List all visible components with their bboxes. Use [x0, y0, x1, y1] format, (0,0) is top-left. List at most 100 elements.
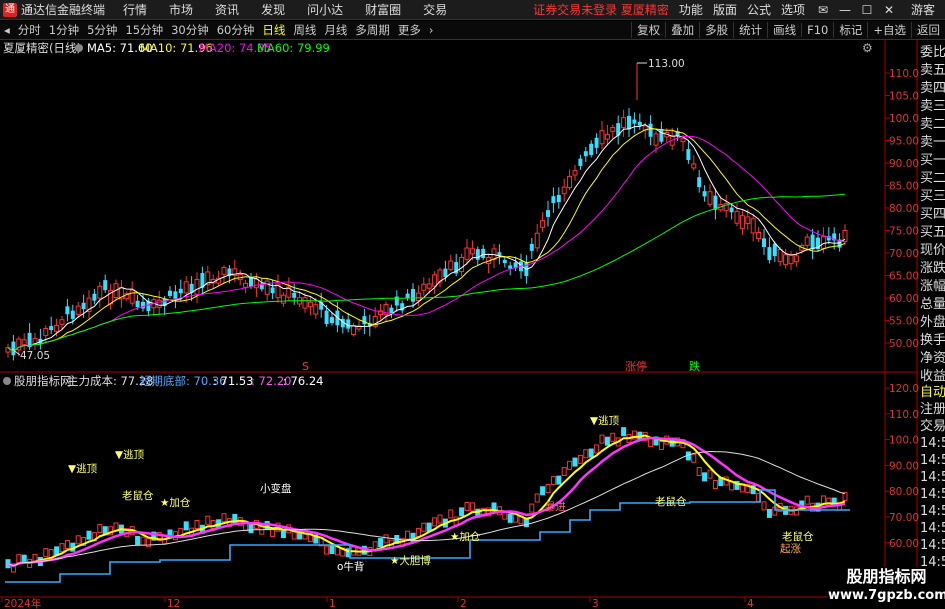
candle-body: [415, 292, 421, 302]
candle-body: [302, 297, 308, 309]
toolbar-button[interactable]: F10: [801, 23, 833, 37]
tick-time: 14:56: [920, 470, 945, 485]
guest-label[interactable]: 游客: [911, 1, 935, 18]
menu-discover[interactable]: 发现: [261, 1, 285, 18]
signal-label: 老鼠仓: [655, 495, 687, 508]
period-tab[interactable]: 15分钟: [121, 22, 167, 38]
minimize-icon[interactable]: —: [837, 3, 853, 17]
toolbar-button[interactable]: 返回: [911, 22, 945, 38]
sub-candle: [205, 515, 211, 525]
sidebar-action[interactable]: 交易: [920, 418, 945, 435]
sub-candle: [658, 440, 664, 450]
sub-candle: [378, 538, 384, 548]
sub-candle: [426, 522, 432, 532]
toolbar-button[interactable]: 复权: [631, 22, 665, 38]
sub-candle: [691, 453, 697, 463]
period-tab[interactable]: 周线: [289, 22, 320, 38]
sidebar-field-label: 卖一: [920, 135, 945, 150]
date-tick-label: 3: [592, 598, 599, 609]
period-tab[interactable]: 分时: [14, 22, 45, 38]
period-tab[interactable]: 多周期: [351, 22, 394, 38]
menu-wealth[interactable]: 财富圈: [365, 1, 401, 18]
menu-quotes[interactable]: 行情: [123, 1, 147, 18]
toolbar-left-arrow-icon[interactable]: ◂: [0, 23, 14, 37]
toolbar-button[interactable]: 多股: [699, 22, 733, 38]
limit-up-marker: 涨停: [625, 359, 647, 373]
menu-ask[interactable]: 问小达: [307, 1, 343, 18]
candle-body: [804, 236, 810, 246]
sub-tick-label: 60.00: [889, 538, 919, 550]
candle-body: [221, 267, 227, 275]
candle-body: [346, 319, 351, 329]
toolbar-button[interactable]: 叠加: [665, 22, 699, 38]
sub-candle: [540, 486, 546, 496]
candle-body: [686, 149, 691, 161]
candle-body: [653, 133, 659, 146]
candle-body: [783, 254, 789, 265]
close-icon[interactable]: ✕: [881, 3, 897, 17]
menu-market[interactable]: 市场: [169, 1, 193, 18]
sub-candle: [572, 457, 578, 467]
sub-candle: [550, 476, 556, 486]
candle-body: [81, 302, 86, 310]
sub-candle: [135, 535, 141, 545]
panel-settings-icon[interactable]: ⚙: [862, 41, 873, 55]
date-tick-label: 4: [747, 598, 754, 609]
candle-body: [648, 123, 653, 137]
candle-body: [330, 317, 334, 324]
tick-time: 14:56: [920, 453, 945, 468]
sidebar-action[interactable]: 注册: [920, 401, 945, 418]
sub-candle: [594, 444, 600, 454]
candle-body: [97, 285, 103, 299]
period-tab[interactable]: 1分钟: [45, 22, 83, 38]
settings-gear-icon[interactable]: [75, 44, 83, 52]
period-tab-more[interactable]: 更多: [394, 22, 425, 38]
candle-body: [194, 278, 200, 295]
date-tick-label: 12: [167, 598, 180, 609]
menu-news[interactable]: 资讯: [215, 1, 239, 18]
menu-formula[interactable]: 公式: [747, 1, 771, 18]
candle-body: [788, 254, 794, 265]
sub-candle: [437, 514, 443, 524]
candle-body: [561, 186, 567, 195]
candle-body: [178, 288, 183, 294]
candle-body: [734, 210, 740, 224]
sub-tick-label: 80.00: [889, 486, 919, 498]
period-tab[interactable]: 30分钟: [167, 22, 213, 38]
sub-candle: [561, 467, 567, 477]
toolbar-button[interactable]: +自选: [867, 22, 911, 38]
sidebar-field-label: 卖四: [920, 81, 945, 96]
price-tick-label: 60.00: [889, 293, 919, 305]
price-tick-label: 70.00: [889, 248, 919, 260]
candle-body: [411, 288, 415, 302]
period-tab-active[interactable]: 日线: [258, 22, 289, 38]
period-tab[interactable]: 5分钟: [83, 22, 121, 38]
sub-candle: [405, 530, 411, 540]
s-marker: S: [302, 360, 309, 373]
period-tab[interactable]: 60分钟: [213, 22, 259, 38]
menu-trade[interactable]: 交易: [423, 1, 447, 18]
maximize-icon[interactable]: ☐: [859, 3, 875, 17]
signal-label: 小变盘: [260, 482, 292, 495]
candle-body: [421, 283, 427, 291]
sidebar-action[interactable]: 自动: [920, 384, 945, 401]
sub-candle: [140, 536, 146, 546]
candle-body: [253, 278, 259, 289]
sub-candle: [210, 520, 216, 530]
mail-icon[interactable]: ✉: [815, 3, 831, 17]
menu-options[interactable]: 选项: [781, 1, 805, 18]
toolbar-button[interactable]: 画线: [767, 22, 801, 38]
kline-chart[interactable]: 夏厦精密(日线) MA5: 71.60 MA10: 71.96 MA20: 74…: [0, 40, 945, 609]
candle-body: [583, 151, 588, 157]
sub-candle: [696, 467, 702, 477]
candle-body: [270, 287, 275, 294]
sub-settings-gear-icon[interactable]: [3, 377, 11, 385]
menu-layout[interactable]: 版面: [713, 1, 737, 18]
more-chevron-icon[interactable]: ›: [425, 23, 438, 37]
toolbar-button[interactable]: 统计: [733, 22, 767, 38]
period-tab[interactable]: 月线: [320, 22, 351, 38]
menu-function[interactable]: 功能: [679, 1, 703, 18]
toolbar-button[interactable]: 标记: [833, 22, 867, 38]
candle-body: [362, 316, 367, 325]
sub-candle: [534, 493, 540, 503]
